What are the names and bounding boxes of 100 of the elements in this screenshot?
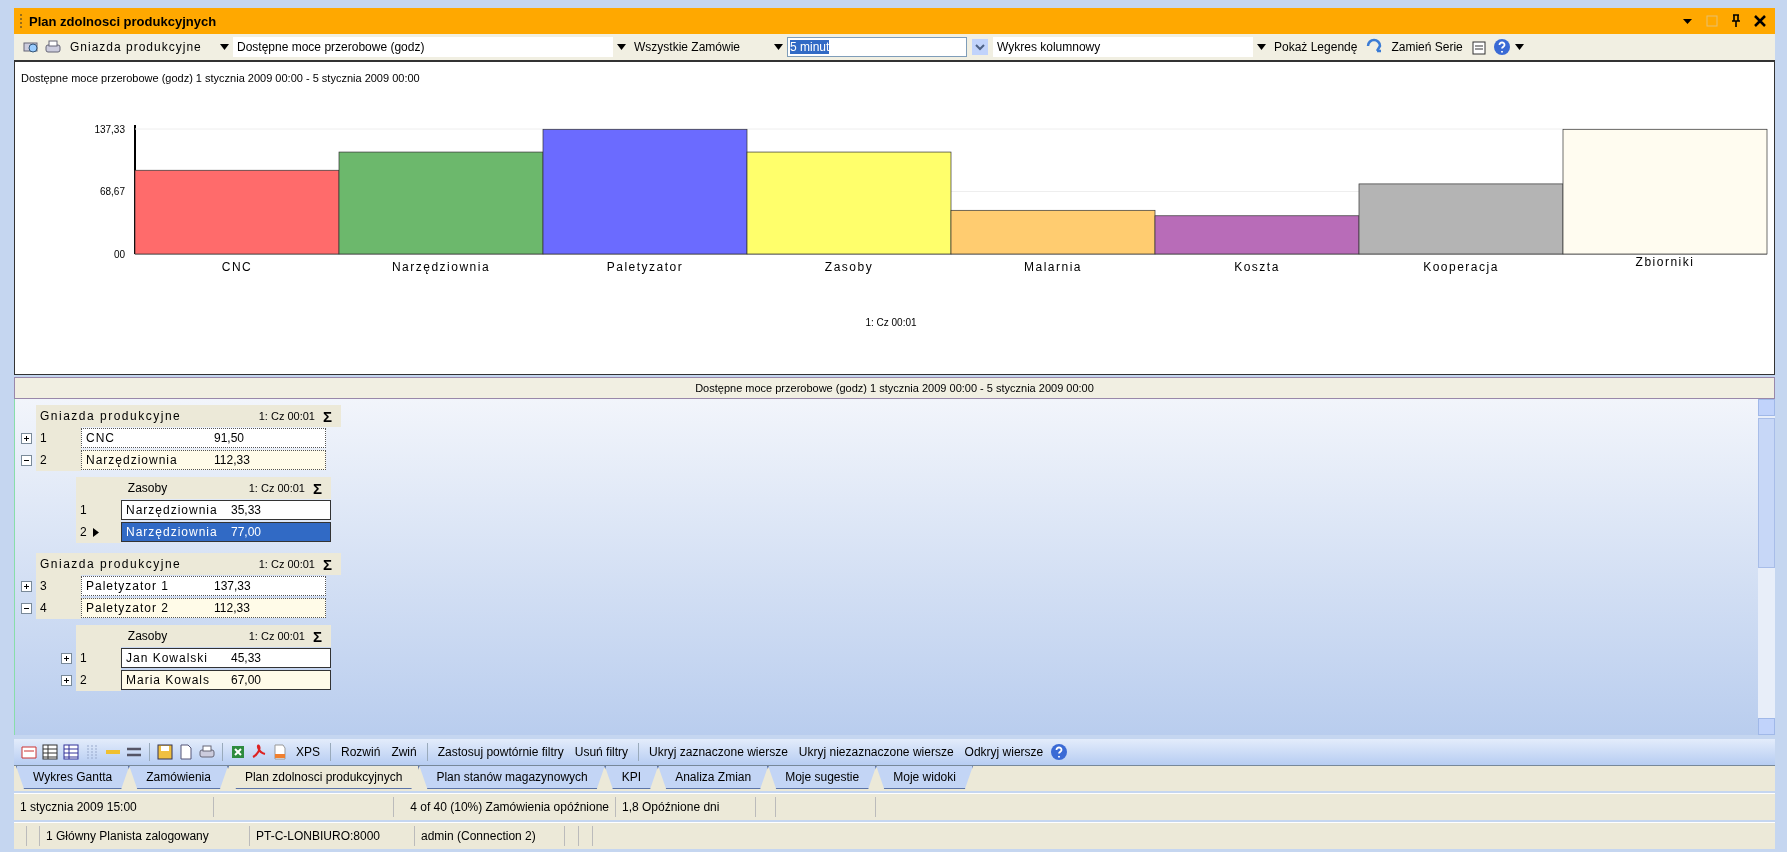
combo-caret-icon[interactable] xyxy=(971,38,989,56)
sum-icon[interactable]: Σ xyxy=(313,479,331,497)
status-text: 1 stycznia 2009 15:00 xyxy=(14,797,214,817)
y-tick-label: 137,33 xyxy=(94,124,125,135)
grid-icon[interactable] xyxy=(62,743,80,761)
y-tick-label: 00 xyxy=(113,249,125,260)
group-header-title: Gniazda produkcyjne xyxy=(39,557,183,571)
value-cell: 91,50 xyxy=(214,431,245,445)
orders-dropdown[interactable]: Wszystkie Zamówie xyxy=(630,37,770,57)
tab[interactable]: Analiza Zmian xyxy=(658,766,769,789)
grid-row[interactable]: CNC 91,50 xyxy=(81,428,326,448)
value-cell: 137,33 xyxy=(214,579,251,593)
name-cell-text: Maria Kowals xyxy=(125,673,212,687)
name-cell-text: Paletyzator 1 xyxy=(85,579,171,593)
row-number: 1 xyxy=(36,427,81,449)
table-icon[interactable] xyxy=(41,743,59,761)
tab[interactable]: Moje widoki xyxy=(876,766,973,789)
collapse-icon[interactable] xyxy=(21,454,32,466)
tab[interactable]: KPI xyxy=(604,766,659,789)
vertical-scrollbar[interactable] xyxy=(1758,399,1775,735)
spreadsheet-icon[interactable] xyxy=(229,743,247,761)
save-icon[interactable] xyxy=(156,743,174,761)
tab[interactable]: Plan stanów magazynowych xyxy=(419,766,605,789)
expand-icon[interactable] xyxy=(61,674,72,686)
column-header[interactable]: 1: Cz 00:01 xyxy=(195,410,323,422)
help-icon[interactable] xyxy=(1492,38,1511,56)
show-legend-button[interactable]: Pokaż Legendę xyxy=(1270,36,1362,58)
grid-toolbar-button[interactable]: Odkryj wiersze xyxy=(960,741,1048,763)
pdf-icon[interactable] xyxy=(250,743,268,761)
overflow-caret-icon xyxy=(1514,44,1524,50)
sum-icon[interactable]: Σ xyxy=(323,407,341,425)
gantt-icon[interactable] xyxy=(20,743,38,761)
group-by-dropdown[interactable]: Gniazda produkcyjne xyxy=(66,37,216,57)
category-label: Kooperacja xyxy=(1423,260,1499,274)
value-cell: 35,33 xyxy=(231,503,262,517)
grid-row[interactable]: Jan Kowalski 45,33 xyxy=(121,648,331,668)
dropdown-caret-icon xyxy=(1257,44,1266,50)
grid-toolbar-button[interactable]: XPS xyxy=(292,741,324,763)
measure-dropdown[interactable]: Dostępne moce przerobowe (godz) xyxy=(233,37,613,57)
current-row-icon xyxy=(92,527,99,537)
tab[interactable]: Moje sugestie xyxy=(768,766,877,789)
grid-row[interactable]: Paletyzator 2 112,33 xyxy=(81,598,326,618)
dropdown-caret-icon xyxy=(220,44,229,50)
grid-toolbar-button[interactable]: Usuń filtry xyxy=(570,741,633,763)
column-header[interactable]: 1: Cz 00:01 xyxy=(215,630,313,642)
name-cell-text: Narzędziownia xyxy=(125,503,219,517)
dropdown-caret-icon xyxy=(774,44,783,50)
group-header-title: Zasoby xyxy=(126,629,169,643)
grid-toolbar-button[interactable]: Zwiń xyxy=(387,741,421,763)
collapse-icon[interactable] xyxy=(21,602,32,614)
interval-field[interactable]: 5 minut xyxy=(787,37,967,57)
tab[interactable]: Plan zdolnosci produkcyjnych xyxy=(227,766,420,789)
tab[interactable]: Zamówienia xyxy=(129,766,228,789)
grid-toolbar-button[interactable]: Ukryj zaznaczone wiersze xyxy=(645,741,792,763)
grid-row[interactable]: Maria Kowals 67,00 xyxy=(121,670,331,690)
group-header-title: Zasoby xyxy=(126,481,169,495)
column-header[interactable]: 1: Cz 00:01 xyxy=(195,558,323,570)
dropdown-caret-icon xyxy=(617,44,626,50)
chart-title: Dostępne moce przerobowe (godz) 1 stycznia 2009 00:00 - 5 stycznia 2009 00:00 xyxy=(20,71,421,84)
category-label: Koszta xyxy=(1234,260,1280,274)
properties-icon[interactable] xyxy=(1470,38,1489,56)
file-icon[interactable] xyxy=(271,743,289,761)
row-number: 2 xyxy=(76,521,121,543)
status-text: 1,8 Opóźnione dni xyxy=(616,797,756,817)
grid-toolbar-button[interactable]: Ukryj niezaznaczone wiersze xyxy=(794,741,958,763)
category-label: Zasoby xyxy=(824,260,874,274)
grid-row[interactable]: Narzędziownia 112,33 xyxy=(81,450,326,470)
tab[interactable]: Wykres Gantta xyxy=(16,766,130,789)
name-cell-text: CNC xyxy=(85,431,116,445)
grid-toolbar-button[interactable]: Zastosuj powtórnie filtry xyxy=(433,741,568,763)
printer-icon[interactable] xyxy=(198,743,216,761)
document-icon[interactable] xyxy=(177,743,195,761)
value-cell: 112,33 xyxy=(214,601,250,615)
print-icon[interactable] xyxy=(44,38,62,56)
category-label: CNC xyxy=(221,260,253,274)
name-cell-text: Narzędziownia xyxy=(125,525,219,539)
sum-icon[interactable]: Σ xyxy=(323,555,341,573)
category-label: Narzędziownia xyxy=(391,260,491,274)
grip-icon xyxy=(20,14,23,28)
status-text: 1 Główny Planista zalogowany xyxy=(40,826,250,846)
grid-row[interactable]: Narzędziownia 77,00 xyxy=(121,522,331,542)
expand-icon[interactable] xyxy=(21,432,32,444)
expand-icon[interactable] xyxy=(21,580,32,592)
expand-icon[interactable] xyxy=(61,652,72,664)
value-cell: 45,33 xyxy=(231,651,262,665)
swap-series-button[interactable]: Zamień Serie xyxy=(1387,36,1467,58)
column-header[interactable]: 1: Cz 00:01 xyxy=(215,482,313,494)
y-tick-label: 68,67 xyxy=(99,186,125,198)
value-cell: 77,00 xyxy=(231,525,262,539)
chart-type-dropdown[interactable]: Wykres kolumnowy xyxy=(993,37,1253,57)
grid-toolbar-button[interactable]: Rozwiń xyxy=(337,741,385,763)
grid-row[interactable]: Paletyzator 1 137,33 xyxy=(81,576,326,596)
help-icon[interactable] xyxy=(1050,743,1069,761)
row-number: 2 xyxy=(36,449,81,471)
window-title: Plan zdolnosci produkcyjnych xyxy=(29,13,217,29)
grid-row[interactable]: Narzędziownia 35,33 xyxy=(121,500,331,520)
sum-icon[interactable]: Σ xyxy=(313,627,331,645)
row-number: 1 xyxy=(76,647,121,669)
name-cell-text: Jan Kowalski xyxy=(125,651,210,665)
row-number: 4 xyxy=(36,597,81,619)
